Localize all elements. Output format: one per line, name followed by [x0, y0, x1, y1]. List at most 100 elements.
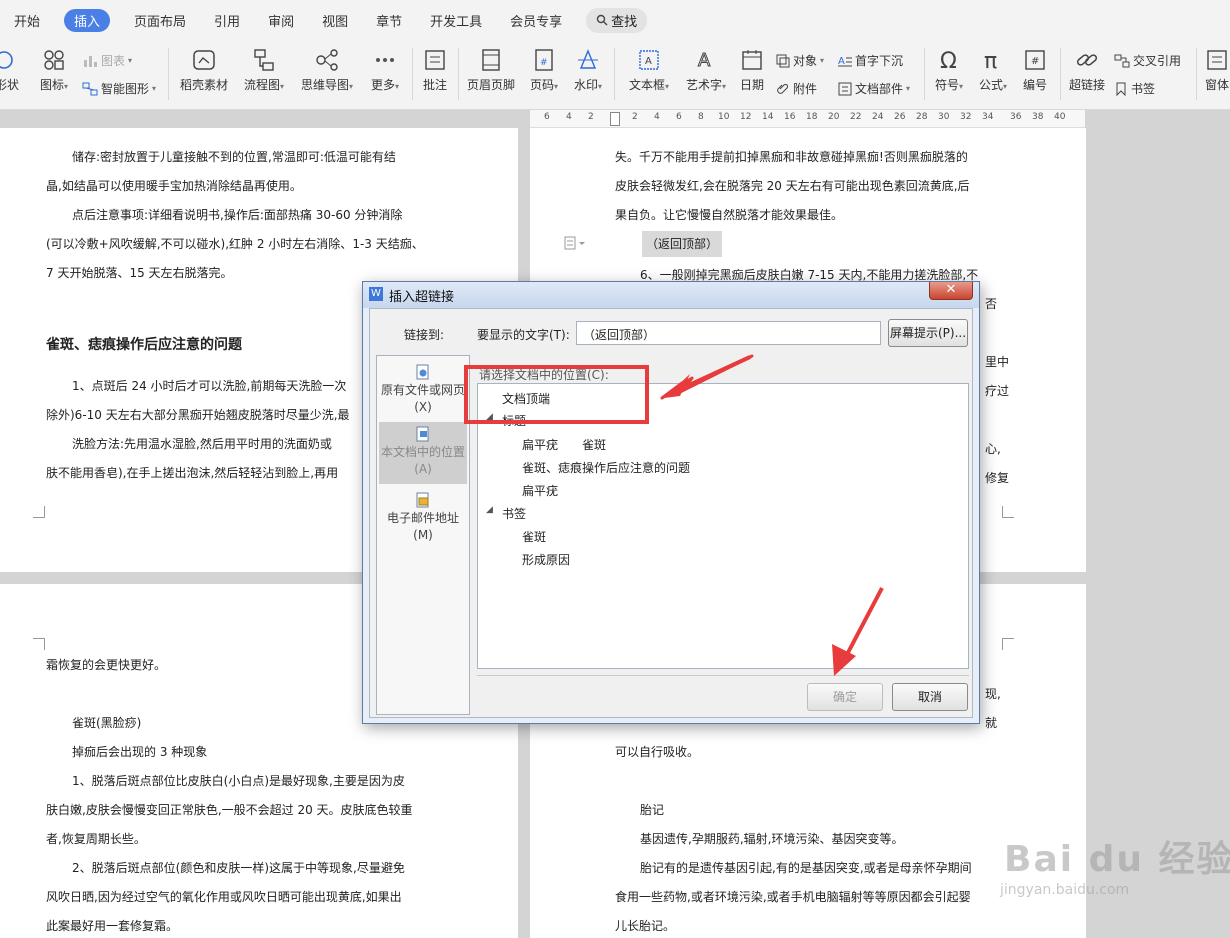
- insert-hyperlink-dialog[interactable]: W 插入超链接 ✕ 链接到: 要显示的文字(T): （返回顶部） 屏幕提示(P)…: [362, 281, 980, 724]
- drop-cap-button[interactable]: A 首字下沉: [838, 52, 903, 69]
- svg-text:π: π: [984, 49, 997, 72]
- highlight-box: [464, 365, 649, 424]
- expand-triangle-icon[interactable]: ◢: [486, 505, 493, 515]
- return-top-link[interactable]: （返回顶部）: [642, 231, 723, 257]
- comment-button[interactable]: 批注: [418, 48, 452, 93]
- search-icon: [596, 14, 608, 26]
- section-heading: 雀斑、痣痕操作后应注意的问题: [46, 337, 242, 353]
- menu-start[interactable]: 开始: [10, 9, 44, 32]
- shape-button[interactable]: 形状: [0, 48, 22, 93]
- ruler-indent-marker[interactable]: [610, 112, 620, 126]
- text-fragment: 现,: [985, 687, 1001, 701]
- tree-node-bookmark[interactable]: 雀斑: [522, 528, 546, 545]
- watermark-url: jingyan.baidu.com: [1000, 882, 1130, 898]
- smart-graphic-button[interactable]: 智能图形 ▾: [82, 80, 156, 97]
- cross-reference-button[interactable]: 交叉引用: [1114, 52, 1181, 69]
- screen-tip-button[interactable]: 屏幕提示(P)...: [888, 319, 968, 347]
- menu-review[interactable]: 审阅: [264, 9, 298, 32]
- bookmark-button[interactable]: 书签: [1114, 80, 1155, 97]
- paperclip-icon: [777, 83, 789, 94]
- chart-button[interactable]: 图表 ▾: [82, 52, 132, 69]
- paragraph-line: 雀斑(黑脸痧): [72, 716, 142, 730]
- watermark-icon: [578, 49, 598, 69]
- hyperlink-button[interactable]: 超链接: [1066, 48, 1108, 93]
- link-to-this-document[interactable]: 本文档中的位置(A): [379, 422, 467, 484]
- chart-icon: [84, 55, 97, 67]
- margin-corner-mark: [1002, 506, 1014, 518]
- document-place-tree[interactable]: 文档顶端 ◢ 标题 扁平疣 雀斑 雀斑、痣痕操作后应注意的问题 扁平疣 ◢ 书签…: [477, 383, 969, 669]
- menu-bar: 开始 插入 页面布局 引用 审阅 视图 章节 开发工具 会员专享 查找: [0, 0, 1230, 40]
- separator: [458, 48, 459, 100]
- paragraph-line: 1、点斑后 24 小时后才可以洗脸,前期每天洗脸一次: [72, 379, 347, 393]
- paragraph-line: 果自负。让它慢慢自然脱落才能效果最佳。: [615, 208, 844, 222]
- tree-node-bookmark[interactable]: 形成原因: [522, 551, 570, 568]
- cross-reference-icon: [1114, 54, 1130, 67]
- wps-writer-icon: W: [369, 287, 383, 301]
- paragraph-line: 肤不能用香皂),在手上搓出泡沫,然后轻轻沾到脸上,再用: [46, 466, 339, 480]
- textbox-button[interactable]: A 文本框▾: [624, 48, 674, 93]
- separator: [1060, 48, 1061, 100]
- paragraph-line: 风吹日晒,因为经过空气的氧化作用或风吹日晒可能出现黄底,如果出: [46, 890, 402, 904]
- link-to-email-address[interactable]: 电子邮件地址(M): [379, 488, 467, 546]
- formula-button[interactable]: π 公式▾: [974, 48, 1012, 93]
- daoke-material-button[interactable]: 稻壳素材: [176, 48, 232, 93]
- menu-chapter[interactable]: 章节: [372, 9, 406, 32]
- cancel-button[interactable]: 取消: [892, 683, 968, 711]
- more-button[interactable]: 更多▾: [366, 48, 404, 93]
- search-label: 查找: [611, 14, 638, 30]
- mindmap-icon: [316, 49, 338, 71]
- page-number-button[interactable]: # 页码▾: [524, 48, 564, 93]
- menu-view[interactable]: 视图: [318, 9, 352, 32]
- link-to-existing-file[interactable]: 原有文件或网页(X): [379, 360, 467, 418]
- date-button[interactable]: 日期: [736, 48, 768, 93]
- text-fragment: 里中: [985, 355, 1010, 369]
- smart-graphic-icon: [82, 82, 98, 95]
- icons-icon: [44, 50, 64, 70]
- menu-developer[interactable]: 开发工具: [426, 9, 486, 32]
- watermark-button[interactable]: 水印▾: [568, 48, 608, 93]
- menu-references[interactable]: 引用: [210, 9, 244, 32]
- doc-parts-button[interactable]: 文档部件 ▾: [838, 80, 910, 97]
- paragraph-line: 食用一些药物,或者环境污染,或者手机电脑辐射等等原因都会引起婴: [615, 890, 971, 904]
- flowchart-button[interactable]: 流程图▾: [240, 48, 288, 93]
- paragraph-line: 除外)6-10 天左右大部分黑痂开始翘皮脱落时尽量少洗,最: [46, 408, 350, 422]
- display-text-input[interactable]: （返回顶部）: [576, 321, 881, 345]
- numbering-icon: #: [1025, 50, 1045, 70]
- paragraph-line: (可以冷敷+风吹缓解,不可以碰水),红肿 2 小时左右消除、1-3 天结痂、: [46, 237, 424, 251]
- tree-node-heading[interactable]: 扁平疣: [522, 482, 558, 499]
- header-footer-button[interactable]: 页眉页脚: [464, 48, 518, 93]
- tree-node-heading[interactable]: 扁平疣 雀斑: [522, 436, 606, 453]
- paragraph-options-icon[interactable]: [564, 236, 586, 250]
- dialog-title-bar[interactable]: W 插入超链接 ✕: [363, 282, 979, 308]
- ribbon-toolbar: 形状 图标▾ 图表 ▾ 智能图形 ▾ 稻壳素材 流程图▾ 思维导图▾ 更多▾ 批注 …: [0, 40, 1230, 110]
- wordart-icon: A: [698, 50, 712, 72]
- tree-node-heading[interactable]: 雀斑、痣痕操作后应注意的问题: [522, 459, 690, 476]
- symbol-button[interactable]: Ω 符号▾: [930, 48, 968, 93]
- menu-page-layout[interactable]: 页面布局: [130, 9, 190, 32]
- menu-member[interactable]: 会员专享: [506, 9, 566, 32]
- horizontal-ruler[interactable]: 6 4 2 2 4 6 8 10 12 14 16 18 20 22 24 26…: [530, 110, 1085, 128]
- close-button[interactable]: ✕: [929, 282, 973, 300]
- baidu-jingyan-watermark: Bai du 经验 jingyan.baidu.com: [1000, 830, 1230, 910]
- search-button[interactable]: 查找: [586, 7, 648, 33]
- tree-node-bookmarks-group[interactable]: 书签: [502, 505, 526, 522]
- object-icon: [776, 54, 790, 67]
- email-icon: [416, 492, 429, 508]
- object-button[interactable]: 对象 ▾: [776, 52, 824, 69]
- link-to-label: 链接到:: [404, 328, 445, 342]
- svg-text:A: A: [645, 56, 652, 67]
- numbering-button[interactable]: # 编号: [1018, 48, 1052, 93]
- menu-insert[interactable]: 插入: [64, 8, 111, 32]
- flowchart-icon: [254, 49, 274, 71]
- attachment-button[interactable]: 附件: [776, 80, 817, 97]
- icon-button[interactable]: 图标▾: [36, 48, 72, 93]
- more-icon: [376, 58, 394, 62]
- ok-button[interactable]: 确定: [807, 683, 883, 711]
- doc-parts-icon: [838, 82, 852, 95]
- web-page-icon: [416, 364, 429, 380]
- wordart-button[interactable]: A 艺术字▾: [680, 48, 732, 93]
- window-form-button[interactable]: 窗体: [1200, 48, 1230, 93]
- document-place-icon: [416, 426, 429, 442]
- mindmap-button[interactable]: 思维导图▾: [296, 48, 358, 93]
- paragraph-line: 霜恢复的会更快更好。: [46, 658, 167, 672]
